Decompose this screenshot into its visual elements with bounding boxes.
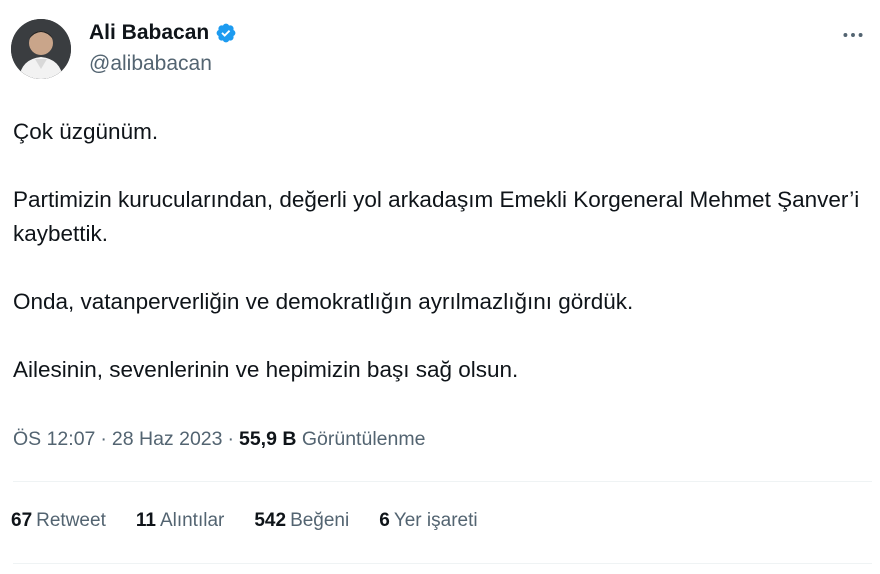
views-count: 55,9 B xyxy=(238,428,297,450)
retweets-count: 67 xyxy=(11,510,33,531)
meta-separator: · xyxy=(227,428,234,450)
verified-badge-icon xyxy=(215,22,237,44)
likes-stat[interactable]: 542 Beğeni xyxy=(254,510,349,532)
author-avatar[interactable] xyxy=(11,19,71,79)
bookmarks-label: Yer işareti xyxy=(393,510,478,531)
more-options-button[interactable] xyxy=(838,20,868,50)
likes-label: Beğeni xyxy=(290,510,350,531)
more-horizontal-icon xyxy=(843,33,863,37)
likes-count: 542 xyxy=(254,510,287,531)
engagement-stats: 67 Retweet 11 Alıntılar 542 Beğeni 6 Yer işa… xyxy=(11,510,478,532)
retweets-label: Retweet xyxy=(36,510,106,531)
tweet-paragraph: Onda, vatanperverliğin ve demokratlığın … xyxy=(13,289,634,314)
divider xyxy=(13,481,872,482)
quotes-count: 11 xyxy=(135,510,156,531)
tweet-time[interactable]: ÖS 12:07 xyxy=(13,428,95,450)
tweet-paragraph: Çok üzgünüm. xyxy=(13,119,159,144)
author-handle[interactable]: @alibabacan xyxy=(89,52,212,76)
divider xyxy=(13,563,872,564)
quotes-stat[interactable]: 11 Alıntılar xyxy=(136,510,225,532)
quotes-label: Alıntılar xyxy=(159,510,225,531)
retweets-stat[interactable]: 67 Retweet xyxy=(11,510,106,532)
tweet-meta: ÖS 12:07 · 28 Haz 2023 · 55,9 B Görüntülenme xyxy=(13,428,425,451)
meta-separator: · xyxy=(100,428,107,450)
views-label: Görüntülenme xyxy=(301,428,426,450)
bookmarks-stat[interactable]: 6 Yer işareti xyxy=(379,510,477,532)
tweet-paragraph: Partimizin kurucularından, değerli yol a… xyxy=(13,187,860,246)
tweet-date[interactable]: 28 Haz 2023 xyxy=(112,428,223,450)
author-display-name[interactable]: Ali Babacan xyxy=(89,21,209,45)
tweet-paragraph: Ailesinin, sevenlerinin ve hepimizin baş… xyxy=(13,357,519,382)
tweet-text: Çok üzgünüm. Partimizin kurucularından, … xyxy=(13,115,863,387)
author-name-row: Ali Babacan xyxy=(89,21,237,45)
bookmarks-count: 6 xyxy=(379,510,390,531)
avatar-image xyxy=(11,19,71,79)
